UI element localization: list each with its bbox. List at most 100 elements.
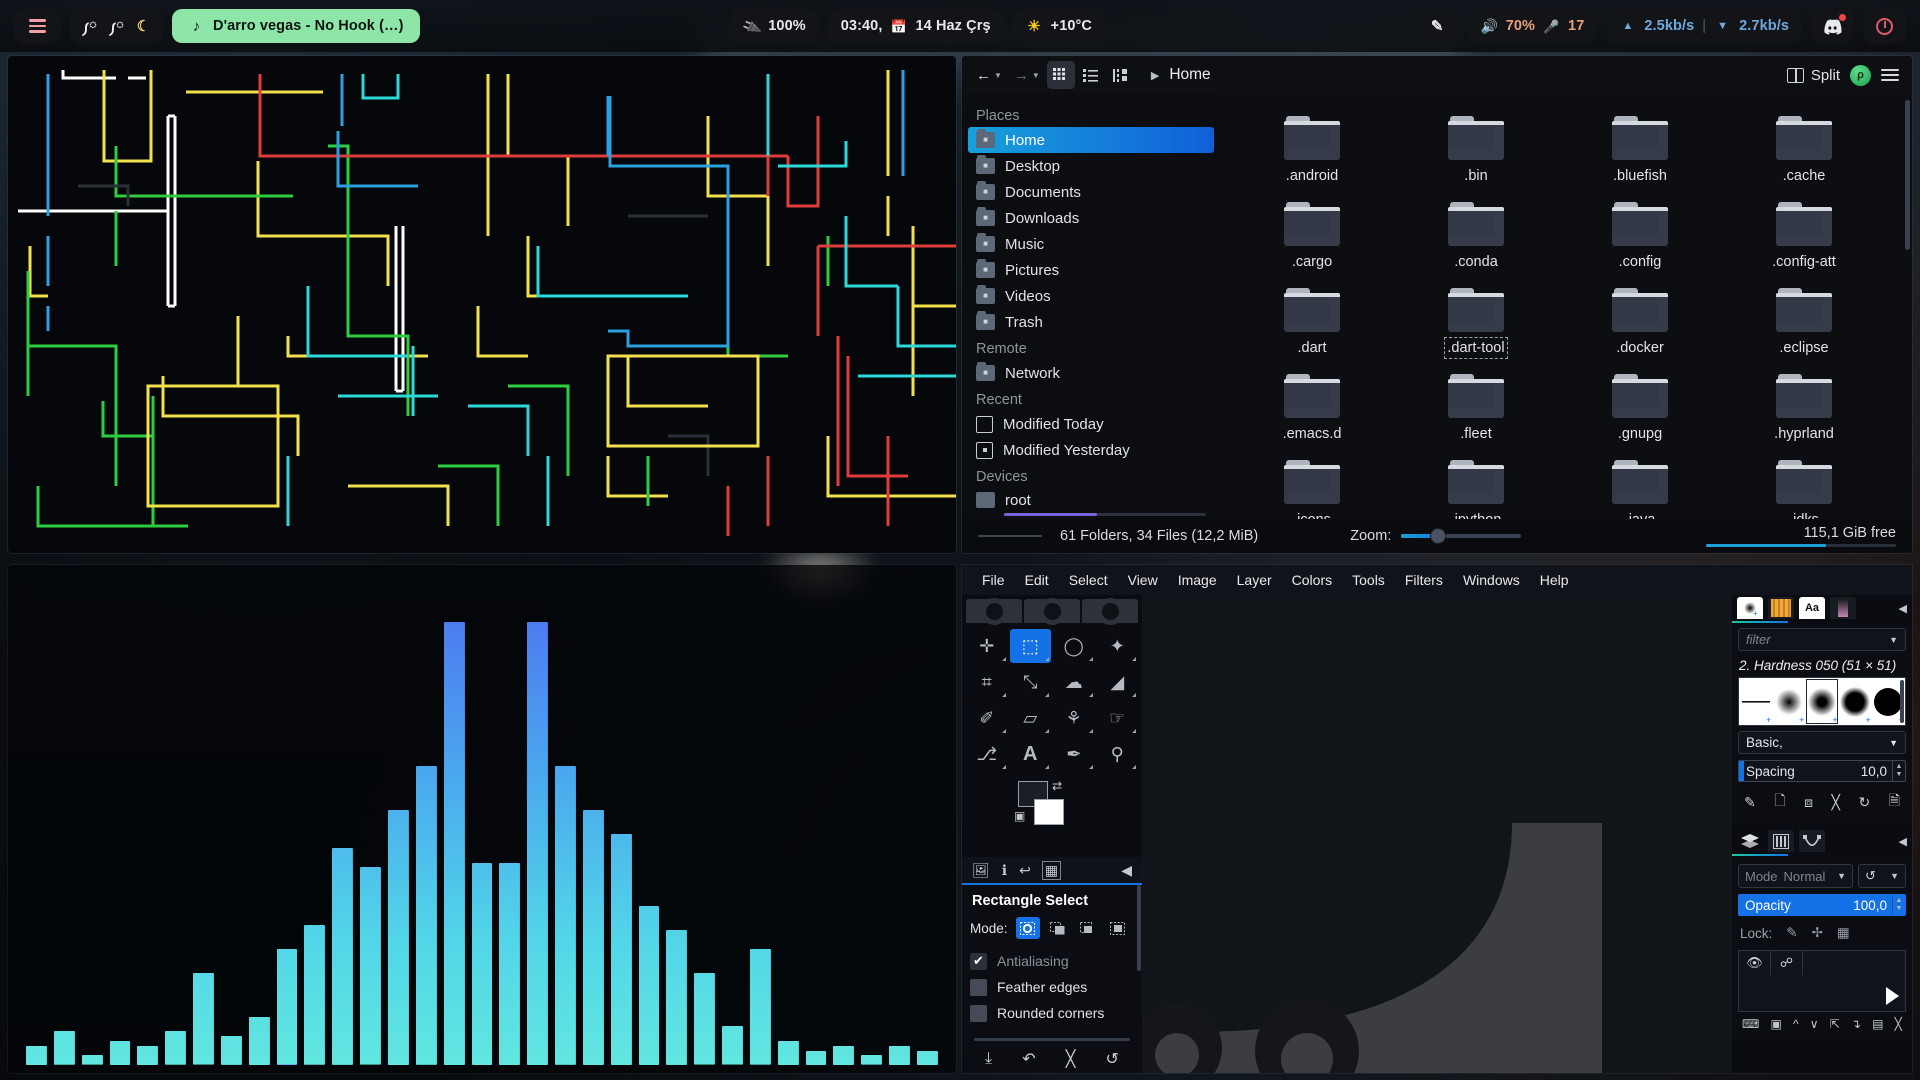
brush-list-scrollbar[interactable] xyxy=(1900,680,1904,723)
layer-list[interactable]: 👁 ☍ xyxy=(1738,950,1906,1012)
folder-item[interactable]: .eclipse xyxy=(1722,280,1886,356)
visibility-eye-icon[interactable]: 👁 xyxy=(1739,951,1771,975)
menu-image[interactable]: Image xyxy=(1168,569,1227,591)
sidebar-item-desktop[interactable]: ■ Desktop xyxy=(962,153,1220,179)
menu-colors[interactable]: Colors xyxy=(1282,569,1342,591)
collapse-icon[interactable]: ◀ xyxy=(1121,862,1132,879)
paths-tool[interactable]: ⎇ xyxy=(966,737,1008,771)
save-options-icon[interactable]: ⤓ xyxy=(985,1050,992,1068)
menu-file[interactable]: File xyxy=(972,569,1015,591)
brush-item[interactable]: + xyxy=(1839,678,1872,725)
breadcrumb[interactable]: ▶ Home xyxy=(1151,66,1211,84)
back-button[interactable]: ← ▼ xyxy=(971,61,1007,89)
menu-layer[interactable]: Layer xyxy=(1227,569,1282,591)
brush-list[interactable]: + + + + + xyxy=(1738,677,1906,726)
delete-options-icon[interactable]: ╳ xyxy=(1066,1049,1076,1069)
device-item-root[interactable]: root xyxy=(976,488,1206,512)
link-chain-icon[interactable]: ☍ xyxy=(1771,951,1803,975)
refresh-brushes-icon[interactable]: ↻ xyxy=(1858,794,1870,811)
folder-item[interactable]: .cargo xyxy=(1230,194,1394,270)
folder-item[interactable]: .ipython xyxy=(1394,452,1558,519)
brushes-tab[interactable]: + xyxy=(1737,597,1763,619)
power-button[interactable] xyxy=(1863,9,1907,43)
folder-item[interactable]: .java xyxy=(1558,452,1722,519)
warp-tool[interactable]: ☁ xyxy=(1053,665,1095,699)
open-brush-icon[interactable]: 🗎 xyxy=(1889,790,1900,814)
zoom-control[interactable]: Zoom: xyxy=(1350,528,1522,544)
intersect-selection-button[interactable] xyxy=(1106,917,1130,939)
breadcrumb-home[interactable]: Home xyxy=(1169,66,1210,84)
anchor-layer-icon[interactable]: ↴ xyxy=(1851,1017,1861,1031)
sidebar-item-home[interactable]: ■ Home xyxy=(968,127,1214,153)
battery-widget[interactable]: 🔌 100% xyxy=(730,9,819,43)
folder-item[interactable]: .bluefish xyxy=(1558,108,1722,184)
menu-view[interactable]: View xyxy=(1118,569,1168,591)
toolbox-tab[interactable] xyxy=(966,599,1022,623)
transform-tool[interactable]: ⤡ xyxy=(1010,665,1052,699)
checkbox-feather-edges[interactable] xyxy=(970,978,987,996)
brush-item[interactable]: + xyxy=(1739,678,1772,725)
media-player-widget[interactable]: ♪ D'arro vegas - No Hook (…) xyxy=(172,9,420,43)
zoom-slider-knob[interactable] xyxy=(1431,529,1446,543)
reset-colors-icon[interactable]: ▣ xyxy=(1014,809,1025,823)
avatar[interactable]: ρ xyxy=(1850,64,1871,86)
lower-layer-icon[interactable]: ∨ xyxy=(1810,1017,1819,1031)
spacing-stepper[interactable]: ▲ ▼ xyxy=(1892,761,1905,781)
chevron-down-icon[interactable]: ▼ xyxy=(1889,635,1898,645)
crop-tool[interactable]: ⌗ xyxy=(966,665,1008,699)
checkbox-row[interactable]: ✔ Antialiasing xyxy=(970,948,1134,974)
checkbox-antialiasing[interactable]: ✔ xyxy=(970,952,987,970)
sidebar-item-modified-today[interactable]: Modified Today xyxy=(962,411,1220,437)
folder-item[interactable]: .docker xyxy=(1558,280,1722,356)
sidebar-item-videos[interactable]: ■ Videos xyxy=(962,283,1220,309)
thumbnail-icon[interactable]: ▦ xyxy=(1041,860,1062,880)
color-picker-tool[interactable]: ✒ xyxy=(1053,737,1095,771)
gradients-tab[interactable] xyxy=(1830,597,1856,619)
folder-item[interactable]: .dart xyxy=(1230,280,1394,356)
menu-edit[interactable]: Edit xyxy=(1015,569,1059,591)
layer-blend-space-select[interactable]: ↺ ▼ xyxy=(1858,864,1906,888)
menu-filters[interactable]: Filters xyxy=(1395,569,1453,591)
view-list-button[interactable] xyxy=(1077,61,1105,89)
toolbox-tab[interactable] xyxy=(1082,599,1138,623)
folder-item[interactable]: .bin xyxy=(1394,108,1558,184)
menu-tools[interactable]: Tools xyxy=(1342,569,1395,591)
subtract-selection-button[interactable] xyxy=(1076,917,1100,939)
folder-item[interactable]: .dart-tool xyxy=(1394,280,1558,359)
chevron-down-icon[interactable]: ▼ xyxy=(1837,871,1846,881)
forward-button[interactable]: → ▼ xyxy=(1009,61,1045,89)
chevron-down-icon[interactable]: ▼ xyxy=(1890,871,1899,881)
paintbrush-tool[interactable]: ✐ xyxy=(966,701,1008,735)
restore-options-icon[interactable]: ↶ xyxy=(1022,1049,1035,1069)
text-tool[interactable]: A xyxy=(1010,737,1052,771)
clock-widget[interactable]: 03:40, 📅 14 Haz Çrş xyxy=(827,9,1004,43)
folder-item[interactable]: .fleet xyxy=(1394,366,1558,442)
menu-select[interactable]: Select xyxy=(1059,569,1118,591)
new-group-icon[interactable]: ▣ xyxy=(1770,1017,1781,1031)
fonts-tab[interactable]: Aa xyxy=(1799,597,1825,619)
background-color-swatch[interactable] xyxy=(1034,799,1064,825)
channels-tab[interactable] xyxy=(1768,830,1794,852)
cava-visualizer-window[interactable] xyxy=(8,565,956,1073)
brightness-widget[interactable]: ✎ xyxy=(1415,9,1459,43)
file-grid-scrollbar[interactable] xyxy=(1905,100,1910,250)
clone-tool[interactable]: ⚘ xyxy=(1053,701,1095,735)
new-brush-icon[interactable]: 🗋 xyxy=(1774,790,1785,814)
menu-help[interactable]: Help xyxy=(1530,569,1579,591)
audio-widget[interactable]: 🔊 70% 🎤 17 xyxy=(1467,9,1598,43)
checkbox-row[interactable]: Feather edges xyxy=(970,974,1134,1000)
images-icon[interactable]: 🖼 xyxy=(972,862,990,879)
collapse-panel-icon[interactable]: ◀ xyxy=(1899,835,1907,848)
folder-item[interactable]: .android xyxy=(1230,108,1394,184)
reset-options-icon[interactable]: ↺ xyxy=(1106,1049,1119,1069)
lock-pixels-icon[interactable]: ✎ xyxy=(1786,925,1797,941)
folder-item[interactable]: .icons xyxy=(1230,452,1394,519)
gimp-window[interactable]: File Edit Select View Image Layer Colors Tools F… xyxy=(962,565,1912,1073)
sidebar-item-pictures[interactable]: ■ Pictures xyxy=(962,257,1220,283)
workspace-switcher[interactable]: ༿ ༿ ☾ xyxy=(70,9,163,43)
checkbox-row[interactable]: Rounded corners xyxy=(970,1000,1134,1026)
menu-windows[interactable]: Windows xyxy=(1453,569,1530,591)
view-compact-button[interactable] xyxy=(1107,61,1135,89)
file-manager-window[interactable]: ← ▼ → ▼ ▶ Home Split ρ Places ■ Home ■ D… xyxy=(962,56,1912,553)
weather-widget[interactable]: ☀ +10°C xyxy=(1012,9,1106,43)
